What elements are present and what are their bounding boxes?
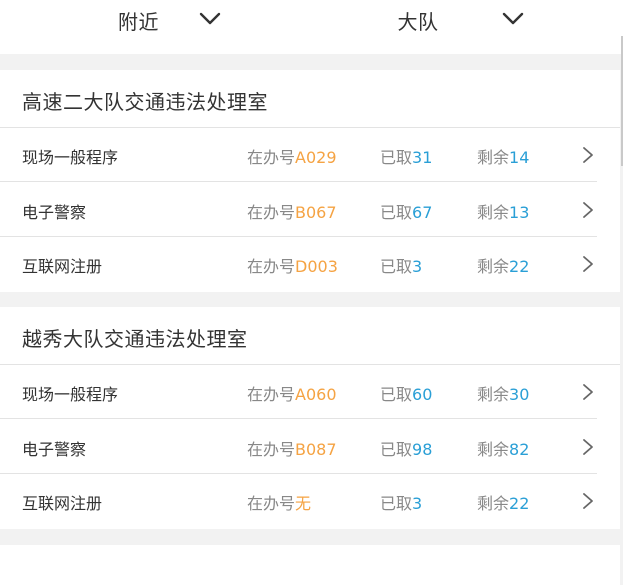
taken-count-value: 60: [412, 385, 432, 404]
nearby-filter-label: 附近: [118, 6, 159, 35]
brigade-filter-label: 大队: [398, 6, 439, 35]
remaining-label: 剩余: [477, 203, 509, 222]
taken-count: 已取3: [380, 490, 422, 514]
service-name: 互联网注册: [22, 490, 102, 514]
service-name: 现场一般程序: [22, 381, 118, 405]
remaining-count-value: 22: [509, 257, 529, 276]
taken-count-value: 67: [412, 203, 432, 222]
chevron-right-icon: [581, 492, 595, 510]
current-number-value: B067: [295, 203, 337, 222]
remaining-count-value: 22: [509, 494, 529, 513]
current-number-value: B087: [295, 440, 337, 459]
service-row[interactable]: 现场一般程序 在办号A060 已取60 剩余30: [0, 365, 620, 419]
current-label: 在办号: [247, 148, 295, 167]
office-card: [0, 545, 620, 585]
chevron-right-icon: [581, 438, 595, 456]
current-number: 在办号A029: [247, 144, 337, 168]
office-title: 高速二大队交通违法处理室: [22, 86, 268, 115]
current-number-value: A060: [295, 385, 336, 404]
divider: [0, 418, 597, 419]
service-row[interactable]: 现场一般程序 在办号A029 已取31 剩余14: [0, 128, 620, 182]
taken-label: 已取: [380, 203, 412, 222]
remaining-label: 剩余: [477, 385, 509, 404]
taken-count-value: 3: [412, 494, 422, 513]
filter-bar: 附近 大队: [0, 0, 623, 54]
remaining-label: 剩余: [477, 257, 509, 276]
taken-label: 已取: [380, 148, 412, 167]
remaining-count-value: 14: [509, 148, 529, 167]
remaining-count: 剩余30: [477, 381, 529, 405]
current-number-value: D003: [295, 257, 338, 276]
office-title: 越秀大队交通违法处理室: [22, 323, 248, 352]
current-label: 在办号: [247, 203, 295, 222]
taken-count: 已取98: [380, 436, 432, 460]
current-number: 在办号无: [247, 490, 311, 514]
remaining-count: 剩余22: [477, 490, 529, 514]
remaining-count: 剩余22: [477, 253, 529, 277]
remaining-label: 剩余: [477, 148, 509, 167]
taken-count: 已取60: [380, 381, 432, 405]
current-number: 在办号D003: [247, 253, 338, 277]
taken-count: 已取3: [380, 253, 422, 277]
taken-label: 已取: [380, 257, 412, 276]
service-name: 电子警察: [22, 199, 86, 223]
remaining-count: 剩余82: [477, 436, 529, 460]
remaining-label: 剩余: [477, 440, 509, 459]
taken-label: 已取: [380, 440, 412, 459]
remaining-label: 剩余: [477, 494, 509, 513]
service-name: 现场一般程序: [22, 144, 118, 168]
remaining-count: 剩余14: [477, 144, 529, 168]
current-number: 在办号A060: [247, 381, 337, 405]
divider: [0, 181, 597, 182]
chevron-down-icon: [501, 7, 525, 31]
chevron-right-icon: [581, 201, 595, 219]
remaining-count-value: 82: [509, 440, 529, 459]
current-number-value: 无: [295, 494, 311, 513]
service-row[interactable]: 互联网注册 在办号D003 已取3 剩余22: [0, 237, 620, 291]
nearby-filter[interactable]: 附近: [0, 0, 312, 54]
remaining-count-value: 30: [509, 385, 529, 404]
office-card: 越秀大队交通违法处理室 现场一般程序 在办号A060 已取60 剩余30 电子警…: [0, 307, 620, 529]
taken-count: 已取31: [380, 144, 432, 168]
remaining-count: 剩余13: [477, 199, 529, 223]
current-number-value: A029: [295, 148, 336, 167]
taken-count-value: 3: [412, 257, 422, 276]
taken-count: 已取67: [380, 199, 432, 223]
service-row[interactable]: 电子警察 在办号B087 已取98 剩余82: [0, 420, 620, 474]
chevron-right-icon: [581, 255, 595, 273]
service-name: 电子警察: [22, 436, 86, 460]
taken-label: 已取: [380, 494, 412, 513]
chevron-right-icon: [581, 146, 595, 164]
taken-label: 已取: [380, 385, 412, 404]
current-label: 在办号: [247, 494, 295, 513]
chevron-down-icon: [198, 7, 222, 31]
taken-count-value: 31: [412, 148, 432, 167]
service-row[interactable]: 电子警察 在办号B067 已取67 剩余13: [0, 183, 620, 237]
service-name: 互联网注册: [22, 253, 102, 277]
service-row[interactable]: 互联网注册 在办号无 已取3 剩余22: [0, 474, 620, 528]
current-number: 在办号B067: [247, 199, 337, 223]
chevron-right-icon: [581, 383, 595, 401]
office-card: 高速二大队交通违法处理室 现场一般程序 在办号A029 已取31 剩余14 电子…: [0, 70, 620, 292]
current-number: 在办号B087: [247, 436, 337, 460]
remaining-count-value: 13: [509, 203, 529, 222]
current-label: 在办号: [247, 385, 295, 404]
current-label: 在办号: [247, 440, 295, 459]
current-label: 在办号: [247, 257, 295, 276]
brigade-filter[interactable]: 大队: [312, 0, 623, 54]
taken-count-value: 98: [412, 440, 432, 459]
